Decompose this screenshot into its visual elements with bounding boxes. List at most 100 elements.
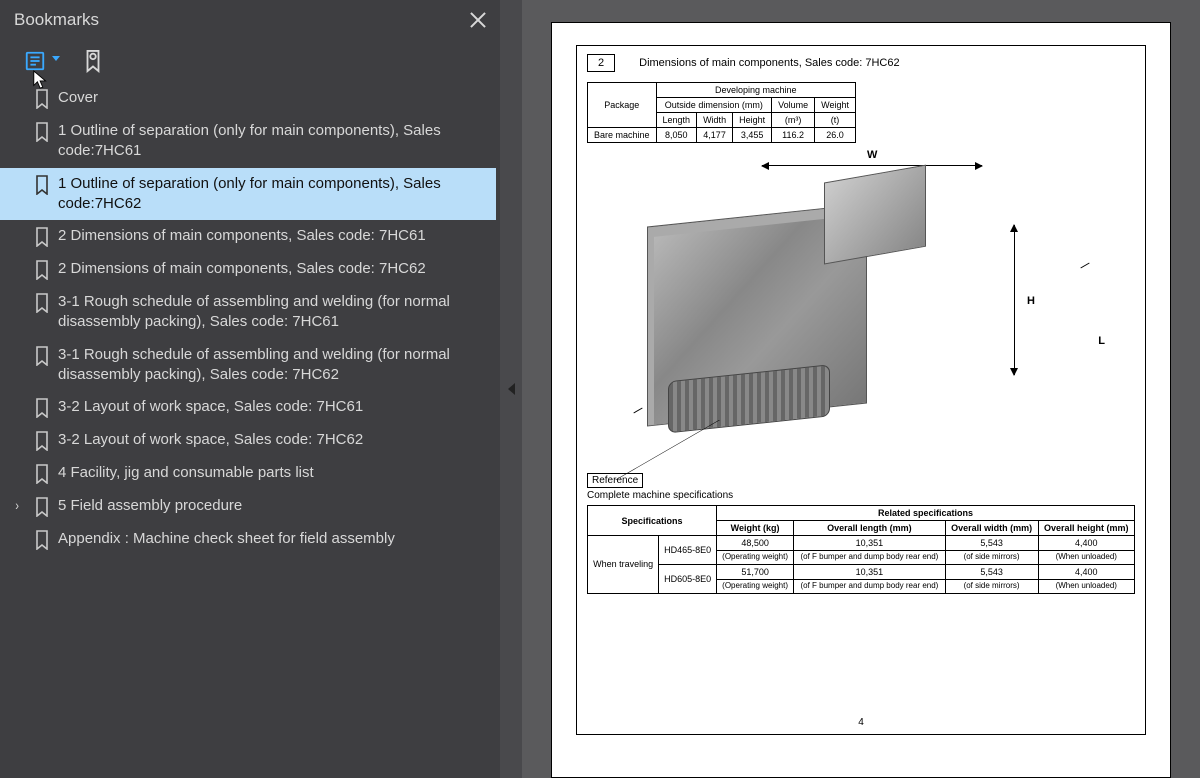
page-number: 4 [858,717,864,728]
bookmark-label: 2 Dimensions of main components, Sales c… [58,226,490,246]
bookmark-icon [34,346,50,366]
document-viewport[interactable]: 2 Dimensions of main components, Sales c… [522,0,1200,778]
dimensions-table: Package Developing machine Outside dimen… [587,82,856,143]
bookmark-item[interactable]: 1 Outline of separation (only for main c… [0,168,496,221]
bookmark-item[interactable]: 3-1 Rough schedule of assembling and wel… [0,339,496,392]
t2-hgt-note: (When unloaded) [1038,579,1135,593]
bookmark-icon [34,89,50,109]
t2-hgt-note: (When unloaded) [1038,551,1135,565]
page-frame: 2 Dimensions of main components, Sales c… [576,45,1146,735]
bookmark-icon [34,293,50,313]
bookmark-icon [34,227,50,247]
section-number: 2 [587,54,615,72]
t1-vol-header: Volume [772,98,815,113]
bookmark-label: 3-1 Rough schedule of assembling and wel… [58,292,490,333]
bookmark-icon [34,497,50,517]
t1-package-header: Package [588,83,657,128]
t2-wid-note: (of side mirrors) [945,579,1038,593]
t1-col-length: Length [656,113,697,128]
bookmark-label: 1 Outline of separation (only for main c… [58,121,490,162]
dim-line-h [1014,225,1015,375]
bookmark-item[interactable]: 4 Facility, jig and consumable parts lis… [0,457,496,490]
t2-wid-b: 5,543 [945,564,1038,579]
dim-label-l: L [1098,335,1105,347]
bookmark-label: Appendix : Machine check sheet for field… [58,529,490,549]
t1-col-width: Width [697,113,733,128]
bookmark-label: 3-2 Layout of work space, Sales code: 7H… [58,430,490,450]
t1-volume: 116.2 [772,128,815,143]
collapse-panel-icon[interactable] [508,383,515,395]
panel-gutter [500,0,522,778]
t1-width: 4,177 [697,128,733,143]
bookmarks-title: Bookmarks [14,10,470,30]
t2-model-b: HD605-8E0 [659,564,717,593]
machine-illustration: W H L [587,155,1135,455]
bookmark-item[interactable]: 3-1 Rough schedule of assembling and wel… [0,286,496,339]
bookmark-label: 4 Facility, jig and consumable parts lis… [58,463,490,483]
bookmark-icon [34,398,50,418]
bookmark-item[interactable]: 1 Outline of separation (only for main c… [0,115,496,168]
bookmark-item[interactable]: 3-2 Layout of work space, Sales code: 7H… [0,391,496,424]
bookmark-icon [34,530,50,550]
t2-len-a: 10,351 [794,536,945,551]
bookmark-icon [34,175,50,195]
t2-model-a: HD465-8E0 [659,536,717,565]
t2-wid-note: (of side mirrors) [945,551,1038,565]
bookmarks-header: Bookmarks [0,0,500,40]
chevron-right-icon[interactable]: › [15,496,25,508]
bookmark-item[interactable]: 2 Dimensions of main components, Sales c… [0,220,496,253]
bookmark-icon [34,122,50,142]
reference-subtitle: Complete machine specifications [587,490,1135,501]
t1-col-vol-unit: (m³) [772,113,815,128]
t2-wid-header: Overall width (mm) [945,521,1038,536]
t2-wt-header: Weight (kg) [717,521,794,536]
bookmark-item[interactable]: 2 Dimensions of main components, Sales c… [0,253,496,286]
close-icon[interactable] [470,12,486,28]
bookmark-ribbon-icon[interactable] [78,46,108,76]
t1-col-wt-unit: (t) [815,113,856,128]
bookmark-item[interactable]: › 5 Field assembly procedure [0,490,496,523]
dim-tick [1080,263,1089,269]
t2-len-b: 10,351 [794,564,945,579]
bookmark-label: 2 Dimensions of main components, Sales c… [58,259,490,279]
bookmark-item[interactable]: Cover [0,82,496,115]
bookmark-icon [34,431,50,451]
bookmark-label: Cover [58,88,490,108]
t2-hgt-header: Overall height (mm) [1038,521,1135,536]
pdf-page: 2 Dimensions of main components, Sales c… [551,22,1171,778]
t2-wt-note: (Operating weight) [717,579,794,593]
t2-wt-note: (Operating weight) [717,551,794,565]
bookmark-list[interactable]: Cover 1 Outline of separation (only for m… [0,82,500,556]
machine-graphic [647,203,867,426]
bookmark-label: 3-2 Layout of work space, Sales code: 7H… [58,397,490,417]
t2-len-header: Overall length (mm) [794,521,945,536]
bookmark-label: 3-1 Rough schedule of assembling and wel… [58,345,490,386]
t2-spec-header: Specifications [588,506,717,536]
t2-wt-b: 51,700 [717,564,794,579]
chevron-down-icon [52,56,60,61]
bookmark-icon [34,260,50,280]
dim-line-w [762,165,982,166]
t1-col-height: Height [733,113,772,128]
t1-wt-header: Weight [815,98,856,113]
bookmark-item[interactable]: Appendix : Machine check sheet for field… [0,523,496,556]
t2-when-traveling: When traveling [588,536,659,594]
t2-wt-a: 48,500 [717,536,794,551]
t1-dim-header: Outside dimension (mm) [656,98,772,113]
t2-wid-a: 5,543 [945,536,1038,551]
t1-weight: 26.0 [815,128,856,143]
bookmark-item[interactable]: 3-2 Layout of work space, Sales code: 7H… [0,424,496,457]
t1-height: 3,455 [733,128,772,143]
bookmark-label: 5 Field assembly procedure [58,496,490,516]
bookmark-options-icon[interactable] [20,46,50,76]
dim-label-w: W [867,149,877,161]
t2-rel-header: Related specifications [717,506,1135,521]
bookmark-label: 1 Outline of separation (only for main c… [58,174,490,215]
t2-hgt-a: 4,400 [1038,536,1135,551]
section-title: Dimensions of main components, Sales cod… [639,57,899,69]
specifications-table: Specifications Related specifications We… [587,505,1135,594]
t2-len-note: (of F bumper and dump body rear end) [794,579,945,593]
t1-length: 8,050 [656,128,697,143]
dim-tick [633,408,642,414]
bookmarks-panel: Bookmarks Cover 1 Outline of separation (… [0,0,500,778]
